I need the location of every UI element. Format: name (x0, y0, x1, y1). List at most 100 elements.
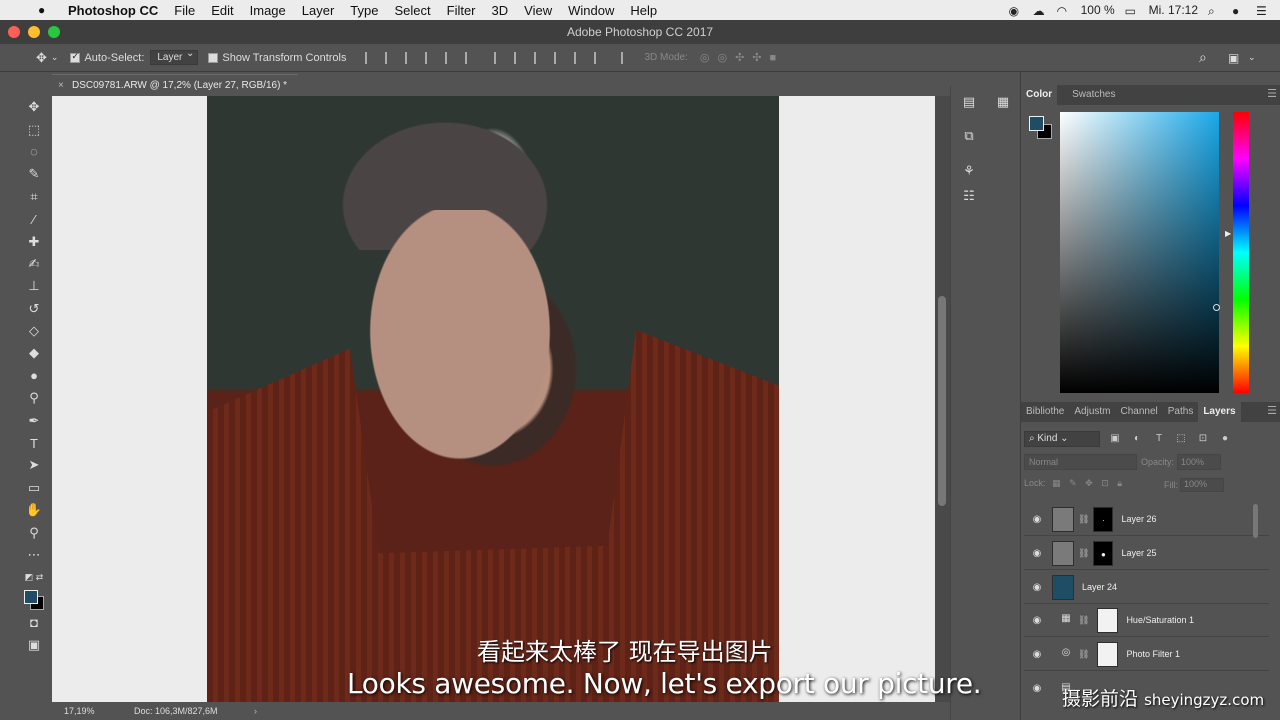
align-vcenter-icon[interactable] (385, 51, 395, 64)
search-icon[interactable]: ⌕ (1199, 49, 1207, 66)
visibility-eye-icon[interactable]: ◉ (1028, 514, 1046, 525)
distribute-top-icon[interactable] (494, 51, 504, 64)
menu-select[interactable]: Select (386, 3, 438, 18)
pixel-filter-icon[interactable]: ▣ (1108, 433, 1122, 445)
layer-name[interactable]: Hue/Saturation 1 (1126, 615, 1194, 625)
tab-paths[interactable]: Paths (1163, 402, 1199, 422)
layers-scroll-thumb[interactable] (1253, 504, 1258, 538)
mask-link-icon[interactable]: ⛓ (1078, 514, 1089, 525)
distribute-bottom-icon[interactable] (534, 51, 544, 64)
spotlight-icon[interactable]: ⌕ (1208, 4, 1222, 18)
3d-roll-icon[interactable]: ◎ (717, 51, 727, 64)
menu-3d[interactable]: 3D (484, 3, 517, 18)
menu-filter[interactable]: Filter (439, 3, 484, 18)
zoom-window-button[interactable] (48, 26, 60, 38)
rectangle-tool-icon[interactable]: ▭ (20, 477, 48, 499)
close-document-icon[interactable]: × (58, 75, 64, 96)
menu-file[interactable]: File (166, 3, 203, 18)
canvas-scroll-thumb[interactable] (938, 296, 946, 506)
tab-swatches[interactable]: Swatches (1067, 85, 1120, 105)
layer-row[interactable]: ◉ ▦ ⛓ Hue/Saturation 1 (1024, 604, 1269, 637)
visibility-eye-icon[interactable]: ◉ (1028, 649, 1046, 660)
lock-artboard-icon[interactable]: ⊡ (1101, 478, 1109, 488)
hand-tool-icon[interactable]: ✋ (20, 499, 48, 521)
history-brush-tool-icon[interactable]: ↺ (20, 298, 48, 320)
brushes-panel-icon[interactable]: ⚘ (960, 163, 978, 181)
battery-icon[interactable]: ▭ (1125, 4, 1139, 18)
canvas-vertical-scrollbar[interactable] (935, 96, 950, 702)
lock-transparency-icon[interactable]: ▦ (1052, 478, 1061, 488)
layer-name[interactable]: Photo Filter 1 (1126, 649, 1180, 659)
quick-select-tool-icon[interactable]: ✎ (20, 163, 48, 185)
auto-align-icon[interactable] (621, 51, 631, 64)
opacity-field[interactable]: 100% (1177, 454, 1221, 470)
healing-tool-icon[interactable]: ✚ (20, 230, 48, 252)
clock[interactable]: Mi. 17:12 (1149, 3, 1198, 17)
close-window-button[interactable] (8, 26, 20, 38)
layer-row[interactable]: ◉ ⛓ · Layer 26 (1024, 503, 1269, 536)
app-menu[interactable]: Photoshop CC (56, 3, 166, 18)
menu-window[interactable]: Window (560, 3, 622, 18)
screen-mode-icon[interactable]: ▣ (20, 633, 48, 655)
tab-libraries[interactable]: Bibliothe (1021, 402, 1069, 422)
mask-link-icon[interactable]: ⛓ (1078, 649, 1089, 660)
lock-pixels-icon[interactable]: ✎ (1069, 478, 1077, 488)
quick-mask-icon[interactable]: ◘ (20, 611, 48, 633)
visibility-eye-icon[interactable]: ◉ (1028, 615, 1046, 626)
history-panel-icon[interactable]: ▤ (960, 94, 978, 112)
fill-field[interactable]: 100% (1180, 478, 1224, 492)
align-top-icon[interactable] (365, 51, 375, 64)
tab-channels[interactable]: Channel (1115, 402, 1162, 422)
minimize-window-button[interactable] (28, 26, 40, 38)
menu-layer[interactable]: Layer (294, 3, 343, 18)
align-bottom-icon[interactable] (405, 51, 415, 64)
move-tool-preset-icon[interactable]: ✥ (36, 50, 47, 66)
filter-toggle-icon[interactable]: ● (1218, 433, 1232, 445)
mask-link-icon[interactable]: ⛓ (1078, 548, 1089, 559)
visibility-eye-icon[interactable]: ◉ (1028, 582, 1046, 593)
layers-panel-menu-icon[interactable]: ☰ (1267, 404, 1277, 417)
status-menu-chevron-icon[interactable]: › (254, 702, 257, 720)
color-panel-fg-bg[interactable] (1029, 116, 1053, 140)
layer-name[interactable]: Layer 25 (1121, 548, 1156, 558)
workspace-icon[interactable]: ▣ (1228, 51, 1239, 65)
hue-slider-arrow-icon[interactable]: ▶ (1225, 229, 1231, 238)
hue-slider[interactable] (1233, 112, 1249, 393)
smart-object-filter-icon[interactable]: ⊡ (1196, 433, 1210, 445)
properties-panel-icon[interactable]: ▦ (994, 94, 1012, 112)
3d-pan-icon[interactable]: ✣ (735, 51, 744, 64)
3d-slide-icon[interactable]: ✣ (752, 51, 761, 64)
default-colors-icon[interactable]: ◩ ⇄ (20, 566, 48, 588)
lasso-tool-icon[interactable]: ◌ (20, 141, 48, 163)
pen-tool-icon[interactable]: ✒ (20, 409, 48, 431)
preset-chevron-icon[interactable]: ⌄ (51, 52, 59, 63)
record-icon[interactable]: ◉ (1009, 4, 1023, 18)
blur-tool-icon[interactable]: ● (20, 365, 48, 387)
color-picker-ring[interactable] (1213, 304, 1220, 311)
character-panel-icon[interactable]: ⧉ (960, 128, 978, 146)
adjustment-filter-icon[interactable]: ◐ (1130, 433, 1144, 445)
dodge-tool-icon[interactable]: ⚲ (20, 387, 48, 409)
type-tool-icon[interactable]: T (20, 432, 48, 454)
layer-row[interactable]: ◉ ◎ ⛓ Photo Filter 1 (1024, 638, 1269, 671)
distribute-hcenter-icon[interactable] (574, 51, 584, 64)
eraser-tool-icon[interactable]: ◇ (20, 320, 48, 342)
layer-mask-thumbnail[interactable] (1097, 607, 1119, 633)
menu-image[interactable]: Image (242, 3, 294, 18)
auto-select-checkbox[interactable] (70, 51, 81, 63)
align-hcenter-icon[interactable] (445, 51, 455, 64)
lock-position-icon[interactable]: ✥ (1085, 478, 1093, 488)
visibility-eye-icon[interactable]: ◉ (1028, 548, 1046, 559)
move-tool-icon[interactable]: ✥ (20, 96, 48, 118)
layer-row[interactable]: ◉ Layer 24 (1024, 571, 1269, 604)
gradient-tool-icon[interactable]: ◆ (20, 342, 48, 364)
tab-layers[interactable]: Layers (1198, 402, 1241, 422)
layer-mask-thumbnail[interactable]: ● (1093, 540, 1114, 566)
layer-row[interactable]: ◉ ⛓ ● Layer 25 (1024, 537, 1269, 570)
wifi-icon[interactable]: ◠ (1057, 4, 1071, 18)
menu-edit[interactable]: Edit (203, 3, 241, 18)
layer-mask-thumbnail[interactable] (1097, 641, 1119, 667)
auto-select-target-dropdown[interactable]: Layer (150, 48, 199, 65)
notification-icon[interactable]: ☰ (1256, 4, 1270, 18)
adjustments-panel-icon[interactable]: ☷ (960, 188, 978, 206)
